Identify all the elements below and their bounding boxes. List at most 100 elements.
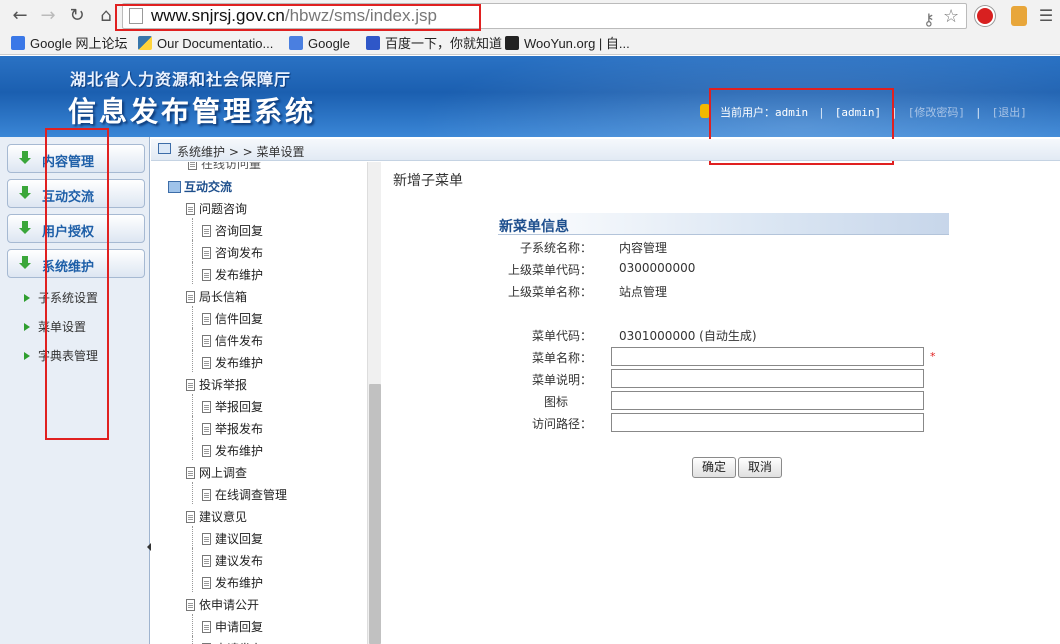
document-icon [202,269,211,281]
document-icon [186,379,195,391]
star-icon[interactable]: ☆ [943,6,959,27]
change-password-link[interactable]: [修改密码] [908,106,965,119]
tree-item[interactable]: 建议发布 [202,552,263,569]
tree-item[interactable]: 问题咨询 [186,200,247,217]
bookmarks-bar: Google 网上论坛 Our Documentatio... Google 百… [0,33,1060,55]
tree-connector-line [192,350,193,372]
document-icon [202,423,211,435]
section-header: 新菜单信息 [498,213,949,235]
key-icon[interactable]: ⚷ [923,10,935,29]
menu-icon[interactable]: ☰ [1036,6,1056,26]
google-groups-icon [11,36,25,50]
menu-desc-input[interactable] [611,369,924,388]
forward-icon[interactable]: → [38,6,58,26]
arrow-right-icon [24,352,30,360]
tree-connector-line [192,240,193,262]
icon-label: 图标 [543,395,568,409]
document-icon [202,577,211,589]
home-icon[interactable]: ⌂ [96,6,116,26]
document-icon [202,533,211,545]
arrow-right-icon [24,294,30,302]
subsystem-value: 内容管理 [619,241,668,255]
tree-item[interactable]: 发布维护 [202,266,263,283]
tree-connector-line [192,262,193,284]
document-icon [186,599,195,611]
document-icon [186,203,195,215]
page-title: 新增子菜单 [393,173,463,189]
back-icon[interactable]: ← [10,6,30,26]
breadcrumb: 系统维护 > > 菜单设置 [151,139,1060,161]
bookmark-wooyun[interactable]: WooYun.org | 自... [505,35,630,53]
parent-code-value: 0300000000 [619,261,696,275]
reload-icon[interactable]: ↻ [67,6,87,26]
collapse-arrow-icon[interactable] [147,543,151,551]
tree-item[interactable]: 申请发布 [202,640,263,644]
tree-item[interactable]: 举报回复 [202,398,263,415]
tree-item[interactable]: 申请回复 [202,618,263,635]
python-icon [138,36,152,50]
banner-decoration [350,56,1060,137]
tree-item[interactable]: 依申请公开 [186,596,259,613]
organization-name: 湖北省人力资源和社会保障厅 [70,70,292,89]
tree-item[interactable]: 建议回复 [202,530,263,547]
tree-structure-icon [168,181,181,193]
tree-item[interactable]: 举报发布 [202,420,263,437]
document-icon [202,489,211,501]
baidu-paw-icon [366,36,380,50]
logout-link[interactable]: [退出] [992,106,1027,119]
tree-connector-line [192,482,193,504]
confirm-button[interactable]: 确定 [692,457,736,478]
parent-name-label: 上级菜单名称： [507,285,592,299]
tree-item[interactable]: 发布维护 [202,574,263,591]
tree-item[interactable]: 投诉举报 [186,376,247,393]
tree-group-interaction[interactable]: 互动交流 [168,178,232,195]
wooyun-icon [505,36,519,50]
download-icon [18,256,32,271]
tree-connector-line [192,218,193,240]
document-icon [186,511,195,523]
tree-connector-line [192,526,193,548]
main-panel: 新增子菜单 新菜单信息 子系统名称： 内容管理 上级菜单代码： 03000000… [382,162,1060,644]
tree-item-partial[interactable]: 在线访问量 [188,162,261,172]
menu-tree: 在线访问量 互动交流 问题咨询 咨询回复 咨询发布 发布维护 局长信箱 信件回复 信件发布发… [160,162,368,644]
download-icon [18,186,32,201]
tree-item[interactable]: 在线调查管理 [202,486,287,503]
menu-code-value: 0301000000 (自动生成) [619,329,757,343]
bookmark-google-groups[interactable]: Google 网上论坛 [11,35,128,53]
document-icon [202,445,211,457]
tree-connector-line [192,394,193,416]
tree-item[interactable]: 发布维护 [202,442,263,459]
tree-connector-line [192,636,193,644]
menu-name-input[interactable] [611,347,924,366]
tree-item[interactable]: 咨询发布 [202,244,263,261]
document-icon [202,357,211,369]
cancel-button[interactable]: 取消 [738,457,782,478]
document-icon [202,555,211,567]
document-icon [202,401,211,413]
icon-input[interactable] [611,391,924,410]
parent-name-value: 站点管理 [619,285,668,299]
tree-item[interactable]: 局长信箱 [186,288,247,305]
tree-item[interactable]: 建议意见 [186,508,247,525]
required-mark: * [930,350,936,363]
tree-item[interactable]: 信件回复 [202,310,263,327]
bookmark-python-docs[interactable]: Our Documentatio... [138,35,273,53]
document-icon [186,291,195,303]
java-icon[interactable] [1011,6,1027,26]
parent-code-label: 上级菜单代码： [507,263,592,277]
monitor-icon [158,143,171,154]
adblock-icon[interactable] [975,6,995,26]
path-label: 访问路径： [531,417,592,431]
document-icon [202,335,211,347]
tree-item[interactable]: 网上调查 [186,464,247,481]
document-icon [188,162,197,170]
bookmark-google[interactable]: Google [289,35,350,53]
tree-item[interactable]: 咨询回复 [202,222,263,239]
bookmark-baidu[interactable]: 百度一下，你就知道 [366,35,502,53]
tree-item[interactable]: 发布维护 [202,354,263,371]
path-input[interactable] [611,413,924,432]
tree-item[interactable]: 信件发布 [202,332,263,349]
download-icon [18,151,32,166]
tree-scrollbar-thumb[interactable] [369,384,381,644]
document-icon [202,225,211,237]
